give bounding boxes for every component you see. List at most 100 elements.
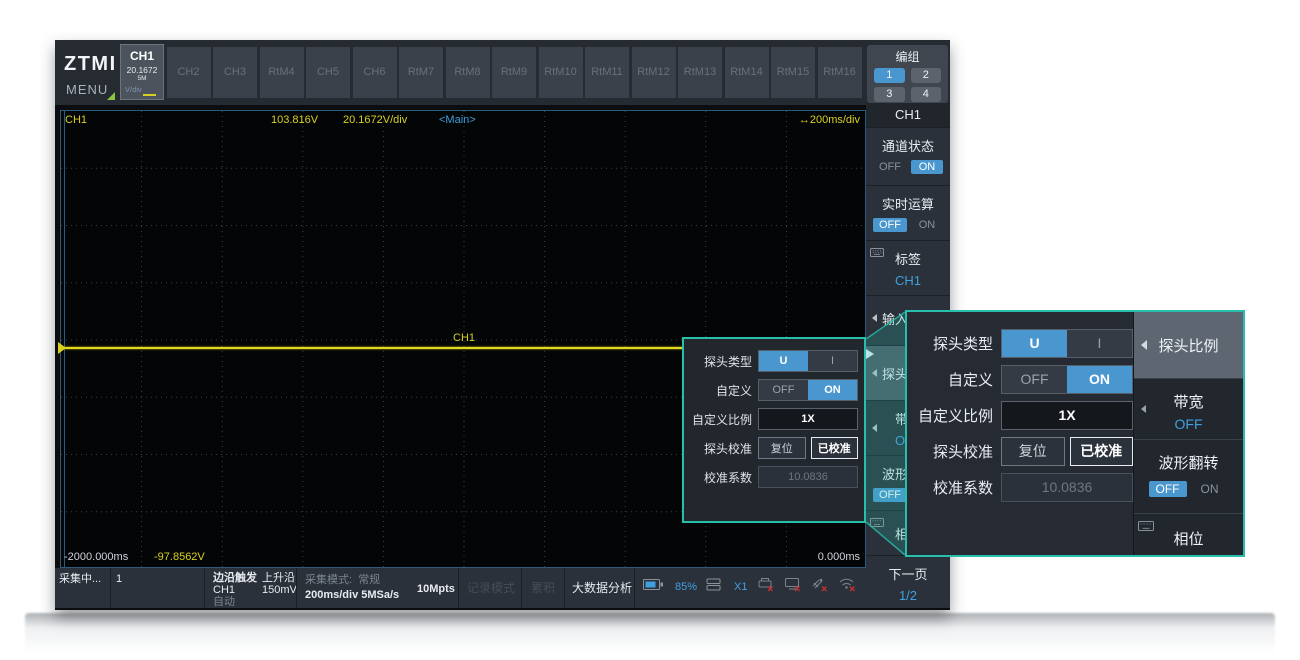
on-option[interactable]: ON bbox=[911, 160, 943, 174]
option-on[interactable]: ON bbox=[1067, 366, 1132, 393]
status-bar: 采集中... 1 边沿触发 CH1 自动 上升沿 150mV 采集模式: 常规 … bbox=[55, 568, 866, 608]
tab-rtm13[interactable]: RtM13 bbox=[678, 47, 722, 98]
field-label: 校准系数 bbox=[684, 469, 752, 486]
scope-channel: CH1 bbox=[65, 114, 87, 126]
field-label: 自定义比例 bbox=[684, 411, 752, 428]
option-i[interactable]: I bbox=[1067, 330, 1132, 357]
on-option[interactable]: ON bbox=[911, 218, 943, 232]
tab-label: CH3 bbox=[224, 66, 246, 78]
tab-rtm15[interactable]: RtM15 bbox=[771, 47, 815, 98]
sidebar-item-channel-state[interactable]: 通道状态 OFF ON bbox=[866, 127, 950, 185]
field-label: 探头校准 bbox=[907, 441, 993, 462]
calibrated-button[interactable]: 已校准 bbox=[1070, 437, 1134, 466]
cal-coeff-row: 校准系数 10.0836 bbox=[684, 466, 864, 488]
big-data-analysis[interactable]: 大数据分析 bbox=[572, 582, 632, 594]
trace-ground-marker[interactable] bbox=[58, 342, 66, 354]
tab-rtm12[interactable]: RtM12 bbox=[632, 47, 676, 98]
trigger-level: 150mV bbox=[262, 584, 297, 596]
tab-unit: V/div bbox=[121, 85, 163, 94]
oscilloscope-ui: ZTMI MENU CH1 20.1672 5M V/div CH2 CH3 R… bbox=[55, 40, 950, 610]
trigger-info[interactable]: 边沿触发 CH1 自动 bbox=[213, 572, 257, 608]
cal-coeff-input: 10.0836 bbox=[1001, 473, 1133, 502]
tab-label: RtM7 bbox=[408, 66, 434, 78]
group-button-1[interactable]: 1 bbox=[874, 68, 905, 83]
acquisition-info[interactable]: 采集模式: 常规 200ms/div 5MSa/s bbox=[305, 574, 399, 601]
acq-rate: 5MSa/s bbox=[361, 589, 399, 601]
left-arrow-icon bbox=[872, 369, 877, 377]
custom-ratio-row: 自定义比例 1X bbox=[684, 408, 864, 430]
menu-item-bandwidth[interactable]: 带宽 OFF bbox=[1134, 378, 1243, 439]
tab-rtm10[interactable]: RtM10 bbox=[539, 47, 583, 98]
reset-button[interactable]: 复位 bbox=[1001, 437, 1065, 466]
zoom-stack-icon bbox=[706, 578, 723, 596]
menu-button[interactable]: MENU bbox=[66, 82, 108, 97]
menu-item-phase[interactable]: 相位 bbox=[1134, 513, 1243, 557]
probe-type-toggle: U I bbox=[758, 350, 858, 372]
tab-label: RtM15 bbox=[777, 66, 809, 78]
scope-view-label: <Main> bbox=[439, 114, 476, 126]
tab-ch6[interactable]: CH6 bbox=[353, 47, 397, 98]
display-disconnected-icon bbox=[784, 577, 802, 597]
item-value: CH1 bbox=[866, 273, 950, 288]
gps-disconnected-icon bbox=[811, 577, 829, 597]
field-label: 自定义 bbox=[907, 369, 993, 390]
tab-label: RtM9 bbox=[501, 66, 527, 78]
tab-rtm11[interactable]: RtM11 bbox=[585, 47, 629, 98]
accumulate[interactable]: 累积 bbox=[531, 582, 555, 594]
scope-left-voltage: -97.8562V bbox=[154, 551, 205, 563]
group-button-3[interactable]: 3 bbox=[874, 87, 905, 102]
custom-ratio-input[interactable]: 1X bbox=[1001, 401, 1133, 430]
record-mode[interactable]: 记录模式 bbox=[467, 582, 515, 594]
item-label: 探头比例 bbox=[1158, 335, 1218, 356]
option-u[interactable]: U bbox=[759, 351, 808, 371]
tab-ch2[interactable]: CH2 bbox=[167, 47, 211, 98]
scope-scale: 20.1672V/div bbox=[343, 114, 407, 126]
sidebar-item-tag[interactable]: 标签 CH1 bbox=[866, 240, 950, 295]
battery-icon bbox=[643, 578, 664, 596]
calibrated-button[interactable]: 已校准 bbox=[811, 437, 859, 459]
tab-ch3[interactable]: CH3 bbox=[213, 47, 257, 98]
reset-button[interactable]: 复位 bbox=[758, 437, 806, 459]
custom-ratio-row: 自定义比例 1X bbox=[907, 400, 1133, 430]
off-option[interactable]: OFF bbox=[1149, 481, 1187, 497]
off-option[interactable]: OFF bbox=[873, 218, 907, 232]
option-off[interactable]: OFF bbox=[1002, 366, 1067, 393]
tab-label: CH5 bbox=[317, 66, 339, 78]
trigger-count: 1 bbox=[116, 573, 122, 585]
tab-ch1[interactable]: CH1 20.1672 5M V/div bbox=[120, 44, 164, 100]
tab-label: RtM16 bbox=[823, 66, 855, 78]
option-i[interactable]: I bbox=[808, 351, 857, 371]
tab-label: RtM12 bbox=[637, 66, 669, 78]
acq-label: 采集模式: bbox=[305, 574, 352, 586]
on-option[interactable]: ON bbox=[1191, 481, 1229, 497]
sidebar-item-realtime-math[interactable]: 实时运算 OFF ON bbox=[866, 185, 950, 240]
tab-value: 20.1672 bbox=[127, 65, 158, 75]
left-arrow-icon bbox=[872, 424, 877, 432]
tab-rtm8[interactable]: RtM8 bbox=[446, 47, 490, 98]
off-option[interactable]: OFF bbox=[873, 488, 907, 502]
option-u[interactable]: U bbox=[1002, 330, 1067, 357]
cursor-line[interactable] bbox=[64, 111, 65, 567]
field-label: 探头类型 bbox=[684, 353, 752, 370]
field-label: 自定义 bbox=[684, 382, 752, 399]
tab-label: RtM4 bbox=[268, 66, 294, 78]
tab-rtm4[interactable]: RtM4 bbox=[260, 47, 304, 98]
custom-ratio-input[interactable]: 1X bbox=[758, 408, 858, 430]
tab-rtm16[interactable]: RtM16 bbox=[818, 47, 862, 98]
group-button-2[interactable]: 2 bbox=[911, 68, 942, 83]
menu-item-probe-ratio[interactable]: 探头比例 bbox=[1134, 312, 1243, 378]
group-button-4[interactable]: 4 bbox=[911, 87, 942, 102]
option-off[interactable]: OFF bbox=[759, 380, 808, 400]
tab-ch5[interactable]: CH5 bbox=[306, 47, 350, 98]
tab-rtm9[interactable]: RtM9 bbox=[492, 47, 536, 98]
option-on[interactable]: ON bbox=[808, 380, 857, 400]
tab-rtm14[interactable]: RtM14 bbox=[725, 47, 769, 98]
item-label: 相位 bbox=[1173, 531, 1203, 548]
sidebar-item-next-page[interactable]: 下一页 1/2 bbox=[866, 555, 950, 607]
divider bbox=[564, 568, 565, 608]
menu-item-waveform-invert[interactable]: 波形翻转 OFF ON bbox=[1134, 439, 1243, 513]
off-option[interactable]: OFF bbox=[873, 160, 907, 174]
acquire-status: 采集中... bbox=[59, 573, 101, 585]
tab-rtm7[interactable]: RtM7 bbox=[399, 47, 443, 98]
sidebar-channel-header: CH1 bbox=[866, 103, 950, 127]
